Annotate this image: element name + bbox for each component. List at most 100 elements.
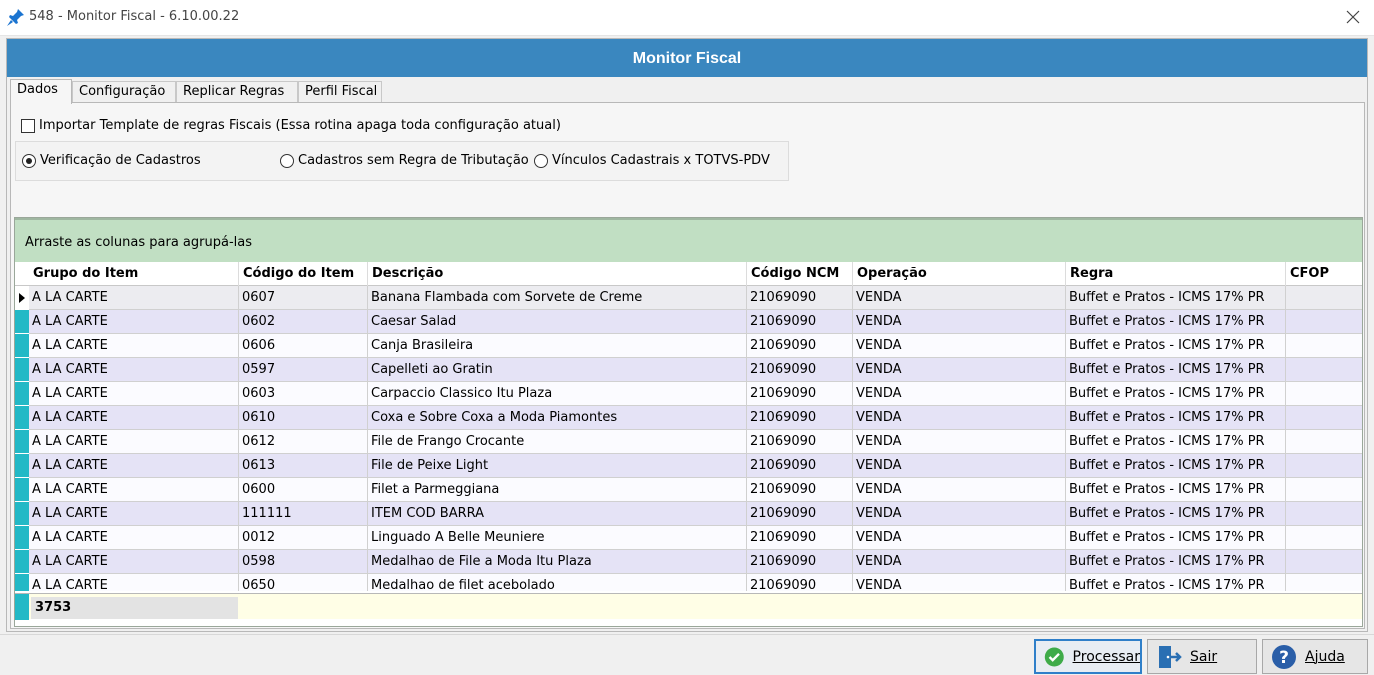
data-grid[interactable]: Arraste as colunas para agrupá-las Grupo… (14, 217, 1363, 627)
row-indicator[interactable] (15, 526, 29, 550)
radio-selected-icon[interactable] (22, 153, 36, 168)
column-header-codigo-item[interactable]: Código do Item (239, 262, 368, 286)
cell-grupo[interactable]: A LA CARTE (29, 526, 239, 550)
row-indicator[interactable] (15, 478, 29, 502)
table-row[interactable]: A LA CARTE 111111 ITEM COD BARRA 21069090 VE… (15, 502, 1362, 526)
cell-regra[interactable]: Buffet e Pratos - ICMS 17% PR (1066, 430, 1286, 454)
cell-operacao[interactable]: VENDA (853, 430, 1066, 454)
cell-operacao[interactable]: VENDA (853, 358, 1066, 382)
cell-grupo[interactable]: A LA CARTE (29, 574, 239, 591)
cell-codigo-ncm[interactable]: 21069090 (747, 454, 853, 478)
radio-unselected-icon[interactable] (280, 153, 294, 168)
cell-codigo-ncm[interactable]: 21069090 (747, 310, 853, 334)
cell-descricao[interactable]: File de Frango Crocante (368, 430, 747, 454)
cell-codigo-item[interactable]: 0613 (239, 454, 368, 478)
cell-grupo[interactable]: A LA CARTE (29, 406, 239, 430)
cell-operacao[interactable]: VENDA (853, 478, 1066, 502)
radio-cadastros-sem-regra[interactable]: Cadastros sem Regra de Tributação (280, 153, 529, 168)
cell-operacao[interactable]: VENDA (853, 502, 1066, 526)
cell-codigo-item[interactable]: 0602 (239, 310, 368, 334)
cell-codigo-item[interactable]: 0600 (239, 478, 368, 502)
cell-cfop[interactable] (1286, 574, 1362, 591)
table-row[interactable]: A LA CARTE 0610 Coxa e Sobre Coxa a Moda P… (15, 406, 1362, 430)
cell-codigo-item[interactable]: 0610 (239, 406, 368, 430)
cell-descricao[interactable]: Capelleti ao Gratin (368, 358, 747, 382)
cell-cfop[interactable] (1286, 382, 1362, 406)
import-template-option[interactable]: Importar Template de regras Fiscais (Ess… (21, 118, 561, 133)
table-row[interactable]: A LA CARTE 0603 Carpaccio Classico Itu Pla… (15, 382, 1362, 406)
cell-grupo[interactable]: A LA CARTE (29, 478, 239, 502)
cell-cfop[interactable] (1286, 550, 1362, 574)
cell-regra[interactable]: Buffet e Pratos - ICMS 17% PR (1066, 454, 1286, 478)
cell-cfop[interactable] (1286, 478, 1362, 502)
cell-cfop[interactable] (1286, 406, 1362, 430)
cell-codigo-ncm[interactable]: 21069090 (747, 382, 853, 406)
radio-unselected-icon[interactable] (534, 153, 548, 168)
cell-grupo[interactable]: A LA CARTE (29, 430, 239, 454)
cell-descricao[interactable]: Canja Brasileira (368, 334, 747, 358)
cell-regra[interactable]: Buffet e Pratos - ICMS 17% PR (1066, 382, 1286, 406)
cell-regra[interactable]: Buffet e Pratos - ICMS 17% PR (1066, 502, 1286, 526)
cell-cfop[interactable] (1286, 526, 1362, 550)
import-template-checkbox[interactable] (21, 118, 35, 133)
tab-replicar-regras[interactable]: Replicar Regras (176, 81, 298, 103)
cell-codigo-item[interactable]: 0012 (239, 526, 368, 550)
cell-codigo-ncm[interactable]: 21069090 (747, 334, 853, 358)
table-row[interactable]: A LA CARTE 0613 File de Peixe Light 2106909… (15, 454, 1362, 478)
cell-codigo-item[interactable]: 111111 (239, 502, 368, 526)
tab-dados[interactable]: Dados (10, 79, 72, 104)
column-header-cfop[interactable]: CFOP (1286, 262, 1362, 286)
row-indicator[interactable] (15, 430, 29, 454)
column-header-operacao[interactable]: Operação (853, 262, 1066, 286)
cell-regra[interactable]: Buffet e Pratos - ICMS 17% PR (1066, 478, 1286, 502)
cell-cfop[interactable] (1286, 430, 1362, 454)
cell-grupo[interactable]: A LA CARTE (29, 286, 239, 310)
cell-cfop[interactable] (1286, 454, 1362, 478)
cell-grupo[interactable]: A LA CARTE (29, 358, 239, 382)
cell-descricao[interactable]: Medalhao de filet acebolado (368, 574, 747, 591)
cell-cfop[interactable] (1286, 358, 1362, 382)
radio-vinculos-cadastrais[interactable]: Vínculos Cadastrais x TOTVS-PDV (534, 153, 770, 168)
help-button[interactable]: ? Ajuda (1262, 639, 1368, 674)
cell-operacao[interactable]: VENDA (853, 406, 1066, 430)
cell-regra[interactable]: Buffet e Pratos - ICMS 17% PR (1066, 526, 1286, 550)
cell-codigo-item[interactable]: 0597 (239, 358, 368, 382)
cell-descricao[interactable]: File de Peixe Light (368, 454, 747, 478)
cell-grupo[interactable]: A LA CARTE (29, 334, 239, 358)
row-indicator[interactable] (15, 334, 29, 358)
exit-button[interactable]: Sair (1147, 639, 1257, 674)
cell-codigo-ncm[interactable]: 21069090 (747, 550, 853, 574)
cell-codigo-ncm[interactable]: 21069090 (747, 478, 853, 502)
cell-regra[interactable]: Buffet e Pratos - ICMS 17% PR (1066, 406, 1286, 430)
cell-codigo-ncm[interactable]: 21069090 (747, 358, 853, 382)
row-indicator[interactable] (15, 358, 29, 382)
group-by-panel[interactable]: Arraste as colunas para agrupá-las (15, 218, 1362, 262)
cell-grupo[interactable]: A LA CARTE (29, 310, 239, 334)
radio-verificacao-cadastros[interactable]: Verificação de Cadastros (22, 153, 201, 168)
row-indicator[interactable] (15, 574, 29, 591)
cell-descricao[interactable]: Linguado A Belle Meuniere (368, 526, 747, 550)
cell-grupo[interactable]: A LA CARTE (29, 502, 239, 526)
row-indicator[interactable] (15, 310, 29, 334)
cell-codigo-item[interactable]: 0607 (239, 286, 368, 310)
table-row[interactable]: A LA CARTE 0598 Medalhao de File a Moda It… (15, 550, 1362, 574)
cell-descricao[interactable]: Medalhao de File a Moda Itu Plaza (368, 550, 747, 574)
row-indicator[interactable] (15, 406, 29, 430)
close-icon[interactable] (1346, 10, 1360, 24)
row-indicator[interactable] (15, 550, 29, 574)
cell-cfop[interactable] (1286, 502, 1362, 526)
process-button[interactable]: Processar (1034, 639, 1142, 674)
cell-codigo-item[interactable]: 0598 (239, 550, 368, 574)
cell-grupo[interactable]: A LA CARTE (29, 382, 239, 406)
table-row[interactable]: A LA CARTE 0607 Banana Flambada com Sorvet… (15, 286, 1362, 310)
tab-configuracao[interactable]: Configuração (72, 81, 176, 103)
cell-grupo[interactable]: A LA CARTE (29, 454, 239, 478)
cell-operacao[interactable]: VENDA (853, 454, 1066, 478)
table-row[interactable]: A LA CARTE 0012 Linguado A Belle Meuniere 2… (15, 526, 1362, 550)
current-row-indicator[interactable] (15, 286, 29, 310)
cell-descricao[interactable]: Filet a Parmeggiana (368, 478, 747, 502)
cell-codigo-item[interactable]: 0650 (239, 574, 368, 591)
cell-codigo-ncm[interactable]: 21069090 (747, 286, 853, 310)
cell-descricao[interactable]: Carpaccio Classico Itu Plaza (368, 382, 747, 406)
cell-operacao[interactable]: VENDA (853, 286, 1066, 310)
